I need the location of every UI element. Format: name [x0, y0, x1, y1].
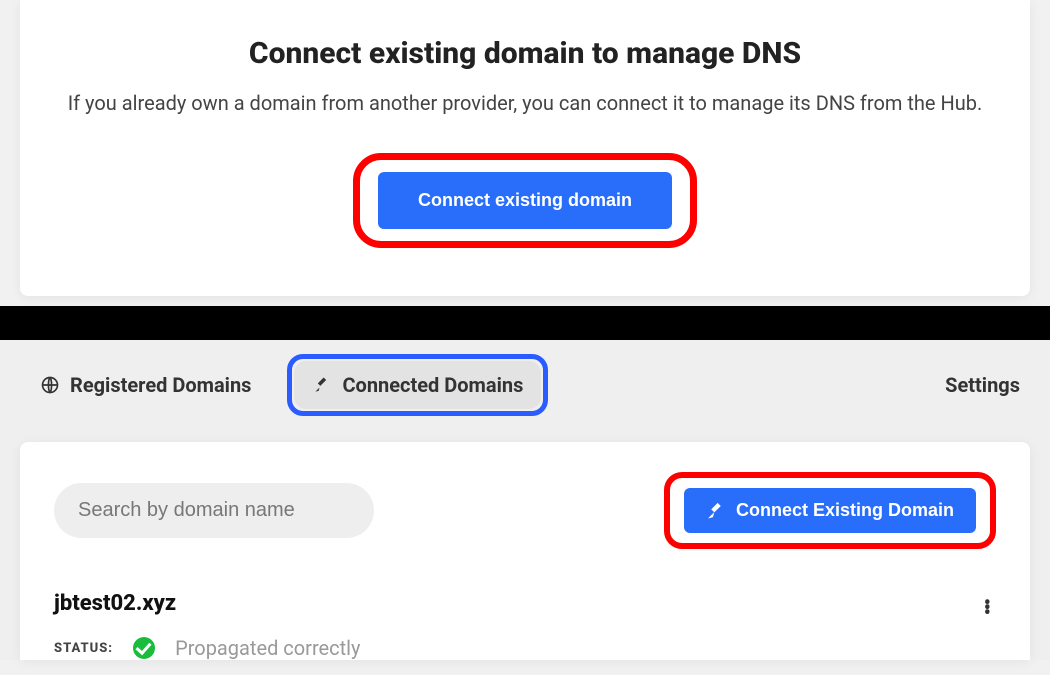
domain-search-input[interactable]: [54, 483, 374, 538]
tab-registered-label: Registered Domains: [70, 373, 251, 397]
tab-registered-domains[interactable]: Registered Domains: [22, 361, 269, 409]
connected-domains-card: Connect Existing Domain jbtest02.xyz STA…: [20, 442, 1030, 660]
tab-connected-domains[interactable]: Connected Domains: [294, 361, 541, 409]
hero-subtitle: If you already own a domain from another…: [60, 91, 990, 115]
status-value: Propagated correctly: [175, 636, 360, 660]
connect-existing-domain-button-small[interactable]: Connect Existing Domain: [684, 488, 976, 533]
hero-title: Connect existing domain to manage DNS: [60, 36, 990, 71]
annotation-red-cta: Connect existing domain: [353, 153, 697, 248]
plug-icon: [312, 375, 332, 395]
connect-domain-hero: Connect existing domain to manage DNS If…: [20, 0, 1030, 296]
domains-section: Registered Domains Connected Domains Set…: [0, 340, 1050, 660]
check-circle-icon: [133, 637, 155, 659]
domain-name-label: jbtest02.xyz: [54, 591, 361, 616]
globe-icon: [40, 375, 60, 395]
card-toolbar: Connect Existing Domain: [54, 472, 996, 549]
domain-status-line: STATUS: Propagated correctly: [54, 636, 361, 660]
annotation-red-connect-btn: Connect Existing Domain: [664, 472, 996, 549]
domain-row: jbtest02.xyz STATUS: Propagated correctl…: [54, 591, 996, 660]
connect-btn-label: Connect Existing Domain: [736, 500, 954, 521]
status-key: STATUS:: [54, 641, 113, 656]
connect-existing-domain-button[interactable]: Connect existing domain: [378, 172, 672, 229]
section-divider: [0, 306, 1050, 340]
domain-row-menu-button[interactable]: •••: [978, 591, 996, 610]
domain-summary: jbtest02.xyz STATUS: Propagated correctl…: [54, 591, 361, 660]
domains-tab-row: Registered Domains Connected Domains Set…: [0, 340, 1050, 428]
settings-link[interactable]: Settings: [945, 373, 1020, 397]
tab-connected-label: Connected Domains: [342, 373, 523, 397]
plug-icon: [706, 501, 726, 521]
annotation-blue-active-tab: Connected Domains: [287, 354, 548, 416]
